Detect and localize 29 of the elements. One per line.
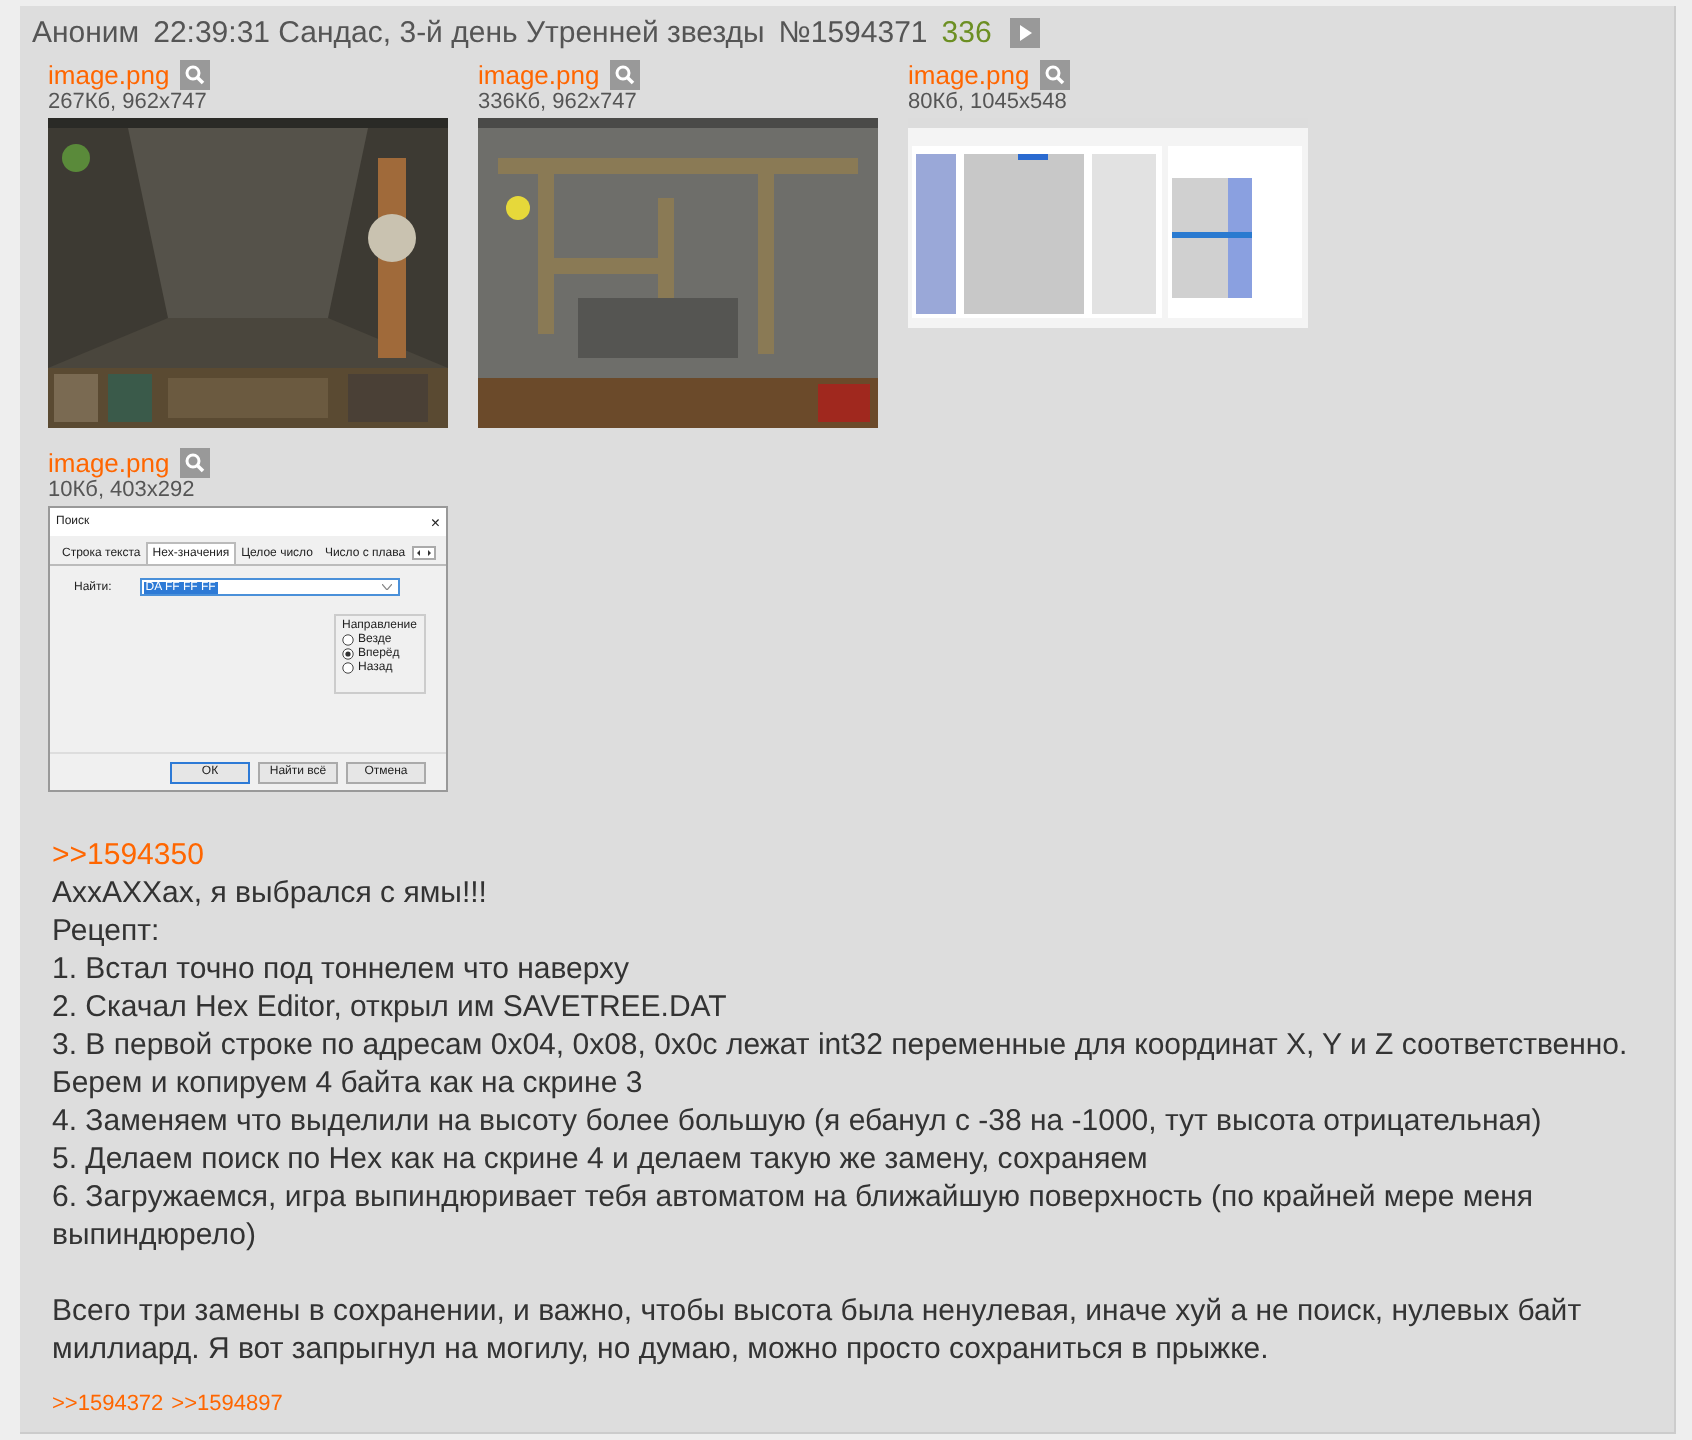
radio-button[interactable] xyxy=(342,648,354,660)
message-text: АххАХХах, я выбрался с ямы!!! xyxy=(52,874,487,912)
search-icon[interactable] xyxy=(609,59,640,89)
radio-button[interactable] xyxy=(342,634,354,646)
file-meta: 10Кб, 403x292 xyxy=(48,478,197,504)
file-meta: 267Кб, 962x747 xyxy=(48,90,209,116)
play-icon[interactable] xyxy=(1009,17,1040,47)
message-text: 3. В первой строке по адресам 0x04, 0x08, 0x0c лежат int32 переменные для координат X, Y и Z соответственно. xyxy=(52,1026,1628,1064)
post-number[interactable]: №1594371 xyxy=(778,15,928,49)
message-text: 5. Делаем поиск по Hex как на скрине 4 и делаем такую же замену, сохраняем xyxy=(52,1140,1148,1178)
message-text: 4. Заменяем что выделили на высоту более большую (я ебанул с -38 на -1000, тут высота отрицательная) xyxy=(52,1102,1542,1140)
post-count: 336 xyxy=(941,15,992,49)
file-meta: 336Кб, 962x747 xyxy=(478,90,639,116)
tab-scroll-icon[interactable] xyxy=(411,546,436,560)
dropdown-icon xyxy=(381,584,392,590)
radio-button[interactable] xyxy=(342,662,354,674)
post-author: Аноним xyxy=(32,15,140,49)
message-text: 6. Загружаемся, игра выпиндюривает тебя автоматом на ближайшую поверхность (по крайней мере меня выпиндюрело) xyxy=(52,1178,1535,1254)
message-text: Всего три замены в сохранении, и важно, чтобы высота была ненулевая, иначе хуй а не поиск, нулевых байт миллиард. Я вот запрыгнул на могилу, но думаю, можно просто сохраниться в прыжке. xyxy=(52,1292,1584,1368)
file-meta: 80Кб, 1045x548 xyxy=(908,90,1069,116)
message-text: 2. Скачал Hex Editor, открыл им SAVETREE.DAT xyxy=(52,988,727,1026)
search-icon[interactable] xyxy=(1039,59,1070,89)
message-text: 1. Встал точно под тоннелем что наверху xyxy=(52,950,630,988)
message-text: Рецепт: xyxy=(52,912,160,950)
search-icon[interactable] xyxy=(179,447,210,477)
search-icon[interactable] xyxy=(179,59,210,89)
message-text: Берем и копируем 4 байта как на скрине 3 xyxy=(52,1064,643,1102)
close-button[interactable]: × xyxy=(430,513,440,531)
post-date: 22:39:31 Сандас, 3-й день Утренней звезды xyxy=(153,15,765,49)
